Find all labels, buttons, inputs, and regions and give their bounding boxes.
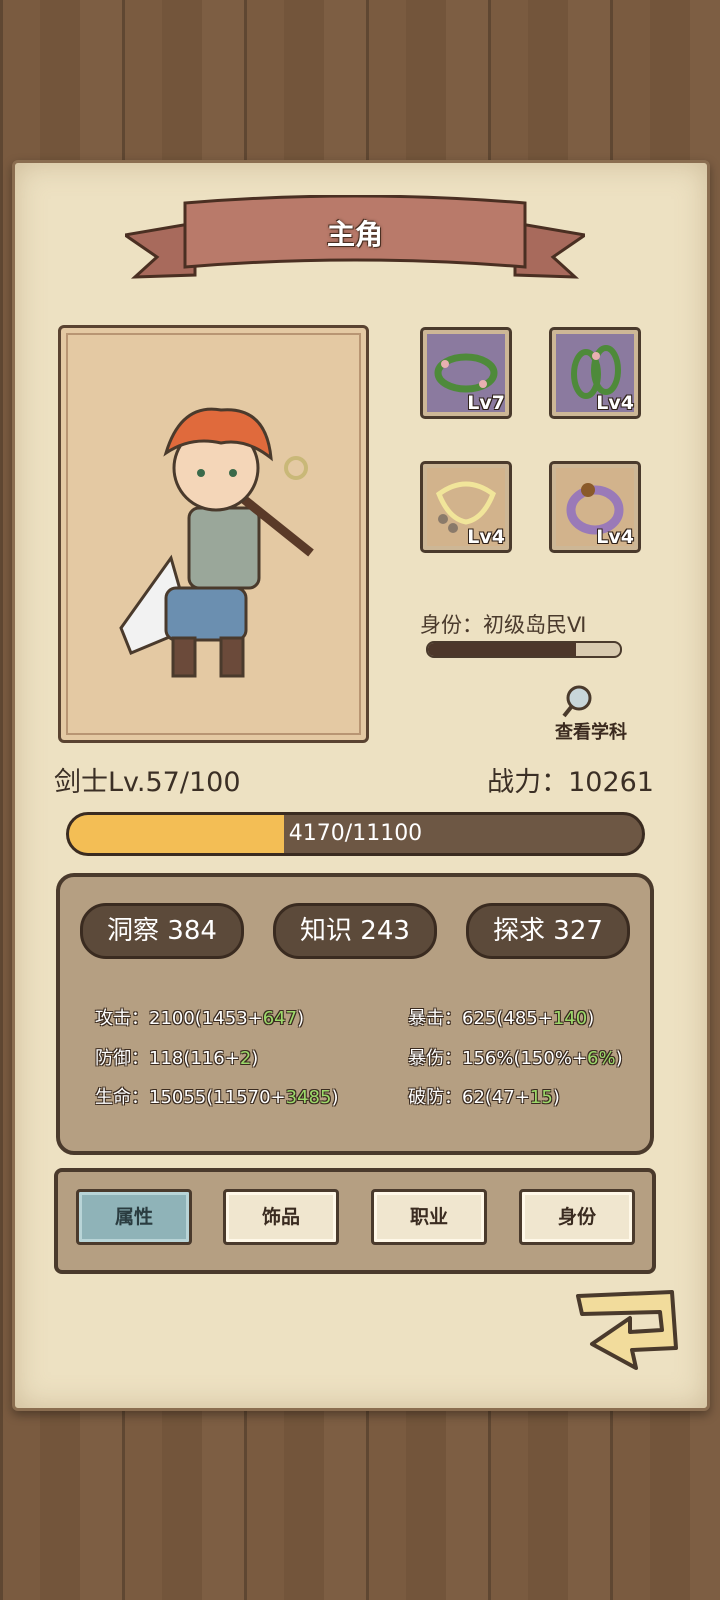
magnifier-icon	[562, 685, 592, 718]
experience-text: 4170/11100	[288, 821, 423, 846]
equipment-level: Lv7	[467, 392, 505, 414]
experience-bar: 4170/11100	[66, 812, 645, 856]
back-arrow-icon	[576, 1290, 678, 1370]
combat-power: 战力：10261	[487, 767, 654, 798]
class-level: 剑士Lv.57/100	[54, 767, 241, 798]
stat-crit: 暴击：625(485+140)	[408, 1008, 595, 1029]
equipment-slot-2[interactable]: Lv4	[549, 327, 641, 419]
equipment-level: Lv4	[467, 526, 505, 548]
attribute-quest: 探求 327	[466, 903, 630, 959]
tab-profession[interactable]: 职业	[371, 1189, 487, 1245]
equipment-level: Lv4	[596, 526, 634, 548]
stat-health: 生命：15055(11570+3485)	[95, 1087, 339, 1108]
stat-attack: 攻击：2100(1453+647)	[95, 1008, 305, 1029]
equipment-slot-4[interactable]: Lv4	[549, 461, 641, 553]
identity-progress-bar	[426, 641, 622, 658]
page-title: 主角	[326, 218, 383, 251]
equipment-slot-1[interactable]: Lv7	[420, 327, 512, 419]
swordsman-character-illustration	[119, 407, 314, 678]
identity-label: 身份：初级岛民Ⅵ	[420, 613, 587, 637]
title-banner: 主角	[121, 194, 589, 285]
tab-attributes[interactable]: 属性	[76, 1189, 192, 1245]
attribute-insight: 洞察 384	[80, 903, 244, 959]
tab-accessories[interactable]: 饰品	[223, 1189, 339, 1245]
equipment-level: Lv4	[596, 392, 634, 414]
view-subjects-button[interactable]: 查看学科	[546, 682, 636, 746]
stat-crit-damage: 暴伤：156%(150%+6%)	[408, 1048, 623, 1069]
attribute-knowledge: 知识 243	[273, 903, 437, 959]
equipment-slot-3[interactable]: Lv4	[420, 461, 512, 553]
character-portrait	[58, 325, 369, 743]
back-button[interactable]	[572, 1288, 688, 1388]
tab-identity[interactable]: 身份	[519, 1189, 635, 1245]
identity-progress-fill	[428, 643, 576, 656]
stat-defense: 防御：118(116+2)	[95, 1048, 259, 1069]
view-subjects-label: 查看学科	[555, 722, 627, 743]
stat-armor-break: 破防：62(47+15)	[408, 1087, 560, 1108]
